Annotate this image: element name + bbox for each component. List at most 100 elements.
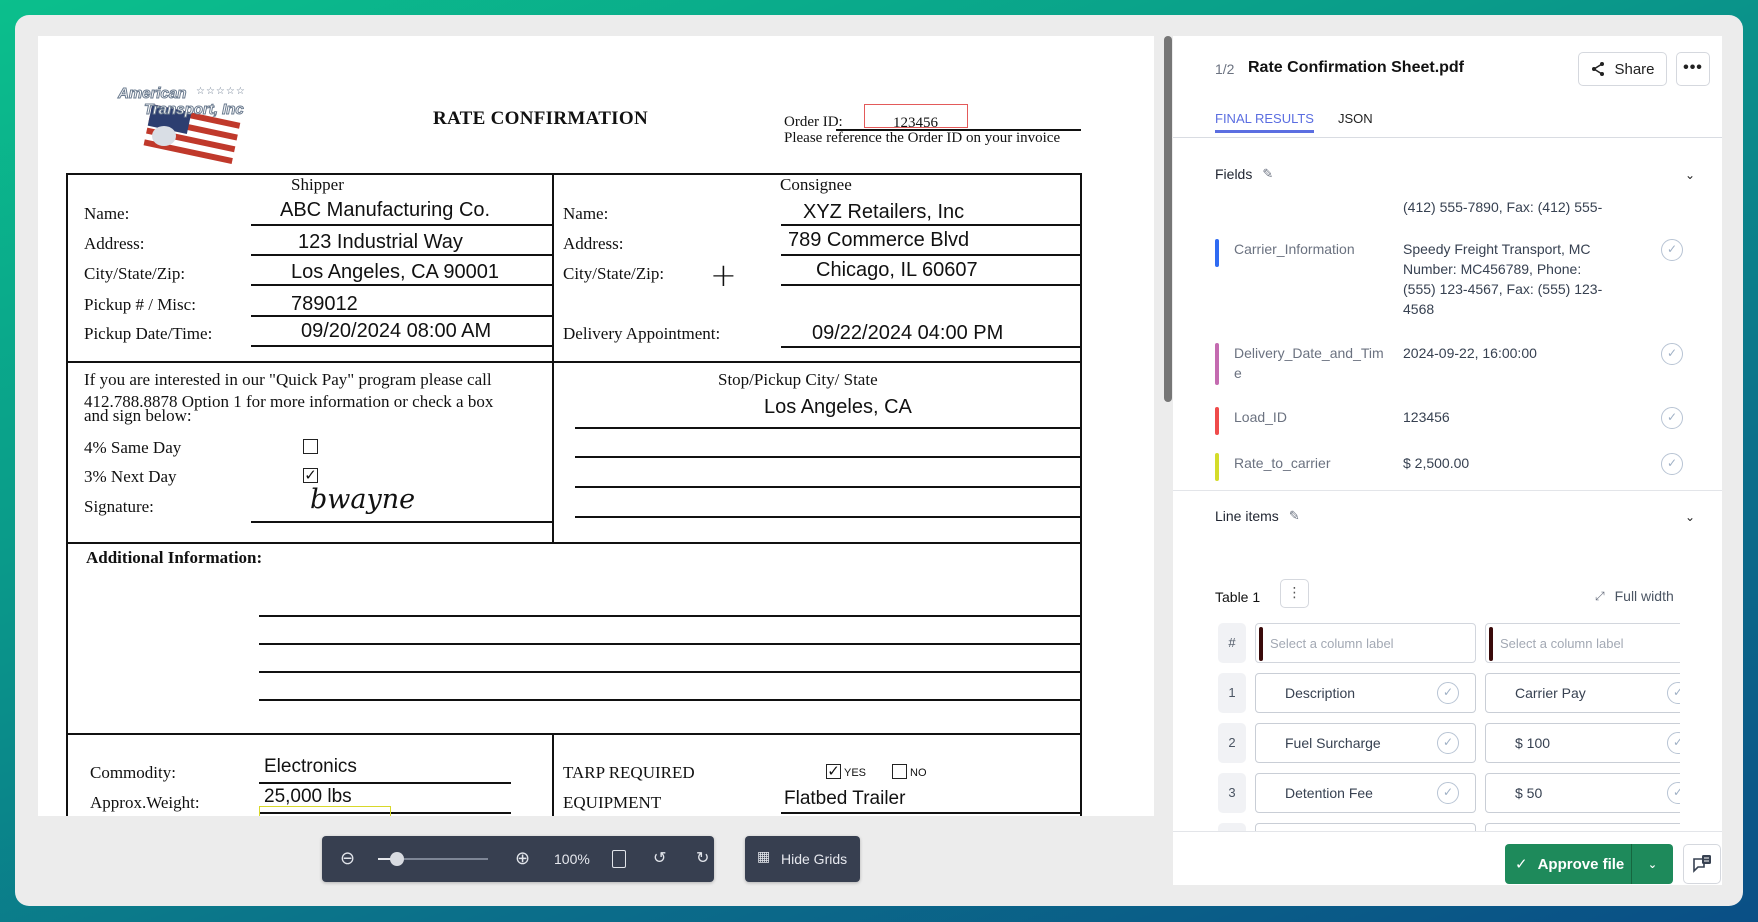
shipper-city: Los Angeles, CA 90001: [291, 261, 499, 283]
consignee-name: XYZ Retailers, Inc: [803, 201, 965, 223]
confirm-check-icon[interactable]: ✓: [1661, 453, 1683, 475]
table-cell[interactable]: $ 50 ✓: [1485, 773, 1680, 813]
tab-final-results[interactable]: FINAL RESULTS: [1215, 111, 1314, 133]
confirm-check-icon[interactable]: ✓: [1437, 682, 1459, 704]
rate-value-partial: $2,500.00: [264, 814, 344, 816]
equipment-label: EQUIPMENT: [563, 793, 662, 812]
field-color-bar: [1215, 407, 1219, 435]
shipper-heading: Shipper: [291, 175, 344, 194]
logo-text-line-2: Transport, Inc: [144, 101, 245, 118]
company-logo: American ☆☆☆☆☆ Transport, Inc: [116, 84, 266, 170]
shipper-address: 123 Industrial Way: [298, 231, 463, 253]
line-items-title: Line items: [1215, 508, 1279, 524]
field-name: Carrier_Information: [1234, 241, 1355, 257]
results-panel: 1/2 Rate Confirmation Sheet.pdf Share ••…: [1173, 36, 1722, 885]
field-carrier-information[interactable]: Carrier_Information Speedy Freight Trans…: [1215, 239, 1685, 321]
rotate-right-icon[interactable]: ↻: [696, 848, 709, 867]
column-label-select[interactable]: Select a column label: [1255, 623, 1476, 663]
stop-pickup-heading: Stop/Pickup City/ State: [718, 370, 878, 389]
approve-file-label: Approve file: [1537, 855, 1625, 873]
quick-pay-text-3: and sign below:: [84, 406, 192, 425]
row-index: 1: [1218, 673, 1246, 713]
field-value: 123456: [1403, 409, 1450, 425]
field-delivery-date-and-time[interactable]: Delivery_Date_and_Time 2024-09-22, 16:00…: [1215, 343, 1685, 387]
fields-section-header[interactable]: Fields ✎: [1215, 166, 1273, 182]
field-value: 2024-09-22, 16:00:00: [1403, 345, 1537, 361]
confirm-check-icon[interactable]: ✓: [1661, 407, 1683, 429]
field-color-bar: [1215, 343, 1219, 385]
row-index: 2: [1218, 723, 1246, 763]
approve-options-chevron-icon[interactable]: ⌄: [1632, 858, 1673, 871]
confirm-check-icon[interactable]: ✓: [1667, 732, 1680, 754]
pickup-date: 09/20/2024 08:00 AM: [301, 320, 492, 342]
table-cell[interactable]: $ 100 ✓: [1485, 723, 1680, 763]
line-items-collapse-chevron-icon[interactable]: ⌄: [1685, 510, 1695, 524]
hide-grids-button[interactable]: ▦ Hide Grids: [745, 836, 860, 882]
rotate-left-icon[interactable]: ↺: [653, 848, 666, 867]
order-id-note: Please reference the Order ID on your in…: [784, 130, 1061, 146]
table-label: Table 1: [1215, 589, 1261, 605]
pickup-number-label: Pickup # / Misc:: [84, 295, 196, 314]
comments-button[interactable]: [1683, 844, 1721, 884]
zoom-in-icon[interactable]: ⊕: [515, 848, 530, 869]
line-items-section-header[interactable]: Line items ✎: [1215, 508, 1300, 524]
column-label-select[interactable]: Select a column label: [1485, 623, 1680, 663]
row-index: 3: [1218, 773, 1246, 813]
table-menu-button[interactable]: ⋮: [1280, 579, 1309, 608]
zoom-slider-handle[interactable]: [389, 852, 404, 866]
table-cell[interactable]: Fuel Surcharge ✓: [1255, 723, 1476, 763]
commodity-label: Commodity:: [90, 763, 176, 782]
expand-icon: ⤢: [1595, 588, 1605, 603]
same-day-checkbox[interactable]: [303, 439, 318, 454]
full-width-button[interactable]: ⤢ Full width: [1595, 588, 1674, 604]
table-cell[interactable]: Carrier Pay ✓: [1485, 673, 1680, 713]
field-name: Delivery_Date_and_Time: [1234, 345, 1384, 381]
tab-json[interactable]: JSON: [1338, 111, 1373, 126]
zoom-level: 100%: [554, 851, 590, 867]
edit-line-items-icon[interactable]: ✎: [1289, 509, 1300, 524]
fit-page-icon[interactable]: [612, 850, 626, 868]
hide-grids-label: Hide Grids: [781, 851, 848, 867]
edit-fields-icon[interactable]: ✎: [1262, 167, 1273, 182]
field-name: Load_ID: [1234, 409, 1287, 425]
tarp-no-checkbox[interactable]: [892, 764, 907, 779]
grid-off-icon: ▦: [757, 849, 771, 865]
field-color-bar: [1215, 239, 1219, 267]
viewer-toolbar: ⊖ ⊕ 100% ↺ ↻: [322, 836, 714, 882]
share-button[interactable]: Share: [1578, 52, 1667, 86]
confirm-check-icon[interactable]: ✓: [1661, 343, 1683, 365]
field-rate-to-carrier[interactable]: Rate_to_carrier $ 2,500.00 ✓: [1215, 453, 1685, 481]
field-overflow-text: (412) 555-7890, Fax: (412) 555-: [1403, 199, 1603, 215]
file-title: Rate Confirmation Sheet.pdf: [1248, 59, 1465, 76]
tarp-yes-checkbox[interactable]: ✓: [826, 764, 841, 779]
confirm-check-icon[interactable]: ✓: [1661, 239, 1683, 261]
field-load-id[interactable]: Load_ID 123456 ✓: [1215, 407, 1685, 435]
fields-collapse-chevron-icon[interactable]: ⌄: [1685, 168, 1695, 182]
shipper-city-label: City/State/Zip:: [84, 264, 186, 283]
delivery-appointment-label: Delivery Appointment:: [563, 324, 721, 343]
confirm-check-icon[interactable]: ✓: [1437, 732, 1459, 754]
approve-file-button[interactable]: ✓ Approve file ⌄: [1505, 844, 1673, 884]
confirm-check-icon[interactable]: ✓: [1667, 682, 1680, 704]
zoom-out-icon[interactable]: ⊖: [340, 848, 355, 869]
more-options-button[interactable]: •••: [1676, 52, 1710, 86]
table-header-index: #: [1218, 623, 1246, 663]
page-count: 1/2: [1215, 61, 1235, 77]
field-name: Rate_to_carrier: [1234, 455, 1331, 471]
crosshair-cursor-icon: +: [710, 256, 737, 294]
table-cell[interactable]: Detention Fee ✓: [1255, 773, 1476, 813]
field-color-bar: [1215, 453, 1219, 481]
next-day-checkbox[interactable]: ✓: [303, 468, 318, 483]
table-cell[interactable]: Description ✓: [1255, 673, 1476, 713]
quick-pay-text-1: If you are interested in our "Quick Pay"…: [84, 370, 492, 389]
additional-info-label: Additional Information:: [86, 548, 263, 567]
pickup-number: 789012: [291, 293, 358, 315]
share-label: Share: [1614, 60, 1655, 78]
tarp-no-label: NO: [910, 767, 927, 779]
field-value: Speedy Freight Transport, MC Number: MC4…: [1403, 241, 1603, 317]
column-label-placeholder: Select a column label: [1500, 636, 1624, 651]
document-scrollbar[interactable]: [1164, 36, 1172, 402]
confirm-check-icon[interactable]: ✓: [1437, 782, 1459, 804]
confirm-check-icon[interactable]: ✓: [1667, 782, 1680, 804]
commodity-value: Electronics: [264, 756, 357, 777]
